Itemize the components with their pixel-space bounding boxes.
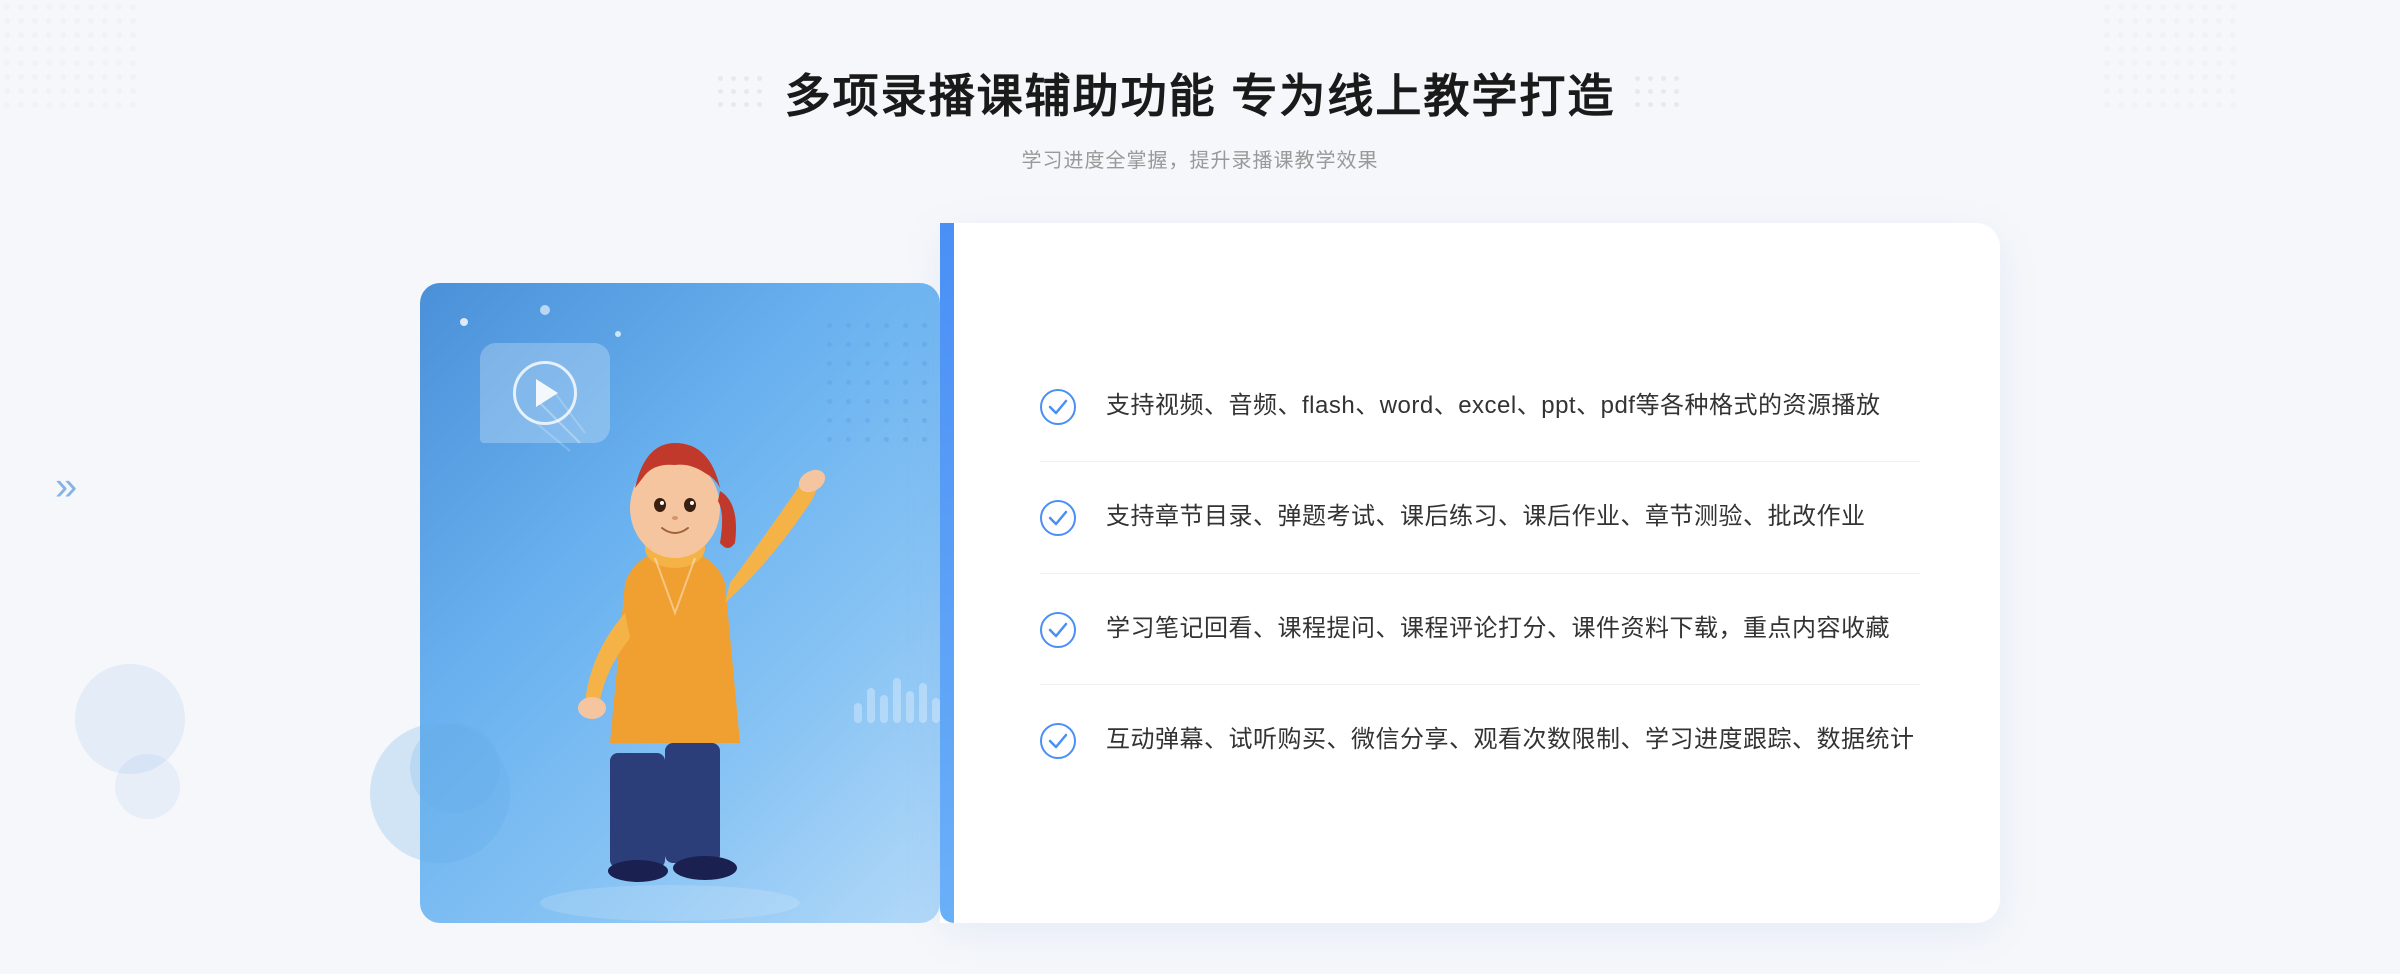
sparkle-3 (540, 305, 550, 315)
feature-item-4: 互动弹幕、试听购买、微信分享、观看次数限制、学习进度跟踪、数据统计 (1040, 685, 1920, 795)
title-decoration-left (718, 76, 765, 110)
header-section: 多项录播课辅助功能 专为线上教学打造 学习进度全掌握，提升录播课教学效果 (718, 60, 1683, 173)
illustration-container (400, 223, 960, 923)
content-card: 支持视频、音频、flash、word、excel、ppt、pdf等各种格式的资源… (940, 223, 2000, 923)
left-chevron-decoration: » (55, 465, 77, 510)
check-icon-3 (1040, 612, 1076, 648)
title-decoration-right (1635, 76, 1682, 110)
check-icon-4 (1040, 723, 1076, 759)
card-accent-bar (940, 223, 954, 923)
chevron-icon: » (55, 465, 77, 509)
feature-item-2: 支持章节目录、弹题考试、课后练习、课后作业、章节测验、批改作业 (1040, 462, 1920, 573)
content-section: 支持视频、音频、flash、word、excel、ppt、pdf等各种格式的资源… (400, 223, 2000, 923)
page-circle-small (115, 754, 180, 819)
main-title: 多项录播课辅助功能 专为线上教学打造 (785, 60, 1616, 126)
check-icon-2 (1040, 500, 1076, 536)
page-container: 多项录播课辅助功能 专为线上教学打造 学习进度全掌握，提升录播课教学效果 (0, 0, 2400, 974)
feature-text-2: 支持章节目录、弹题考试、课后练习、课后作业、章节测验、批改作业 (1106, 498, 1866, 536)
sparkle-1 (460, 318, 468, 326)
play-triangle-icon (536, 379, 558, 407)
bar-decoration (854, 678, 940, 723)
play-icon-circle (513, 361, 577, 425)
feature-item-1: 支持视频、音频、flash、word、excel、ppt、pdf等各种格式的资源… (1040, 351, 1920, 462)
dots-grid-right (1635, 76, 1682, 110)
subtitle: 学习进度全掌握，提升录播课教学效果 (718, 144, 1683, 173)
feature-text-4: 互动弹幕、试听购买、微信分享、观看次数限制、学习进度跟踪、数据统计 (1106, 721, 1915, 759)
feature-text-1: 支持视频、音频、flash、word、excel、ppt、pdf等各种格式的资源… (1106, 387, 1880, 425)
check-icon-1 (1040, 389, 1076, 425)
feature-text-3: 学习笔记回看、课程提问、课程评论打分、课件资料下载，重点内容收藏 (1106, 610, 1890, 648)
title-row: 多项录播课辅助功能 专为线上教学打造 (718, 60, 1683, 126)
dots-grid-left (718, 76, 765, 110)
play-bubble (480, 343, 610, 443)
sparkle-2 (615, 331, 621, 337)
feature-item-3: 学习笔记回看、课程提问、课程评论打分、课件资料下载，重点内容收藏 (1040, 574, 1920, 685)
